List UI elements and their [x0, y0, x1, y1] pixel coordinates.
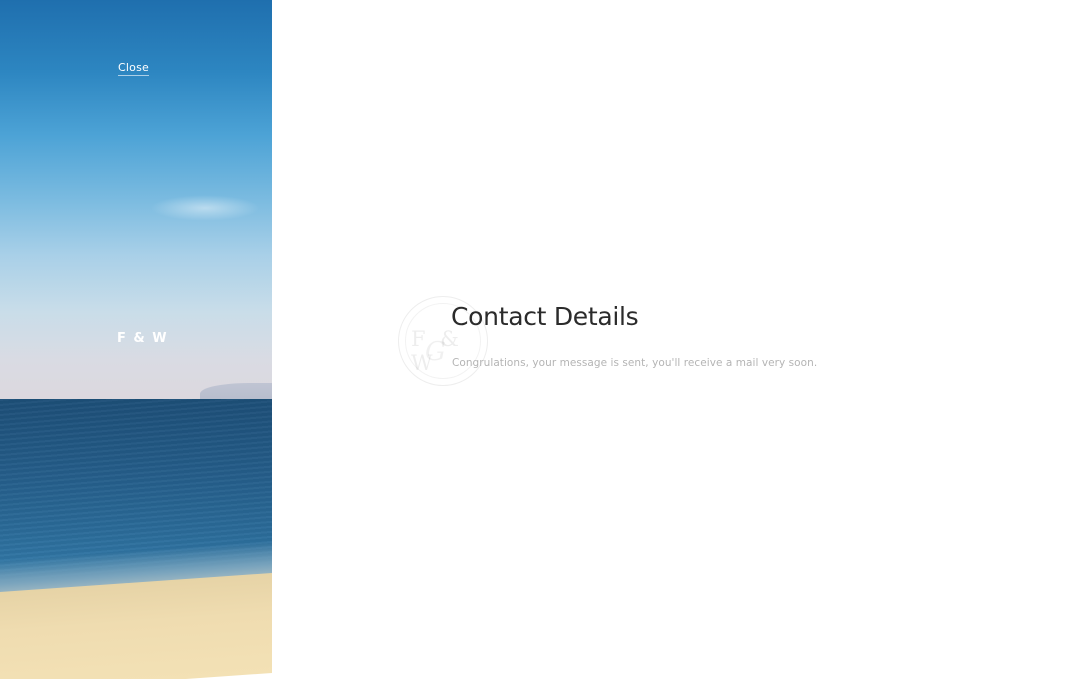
page-title: Contact Details [451, 302, 639, 331]
cloud [150, 195, 260, 221]
confirmation-message: Congrulations, your message is sent, you… [452, 357, 818, 369]
main-content: F & W G Contact Details Congrulations, y… [272, 0, 1087, 679]
beach-photo-panel: Close F & W [0, 0, 272, 679]
page: Close F & W F & W G Contact Details Cong… [0, 0, 1087, 679]
close-link[interactable]: Close [118, 61, 149, 76]
stamp-script-mark: G [425, 337, 446, 367]
sand-background [0, 572, 272, 679]
brand-logo: F & W [117, 331, 169, 346]
